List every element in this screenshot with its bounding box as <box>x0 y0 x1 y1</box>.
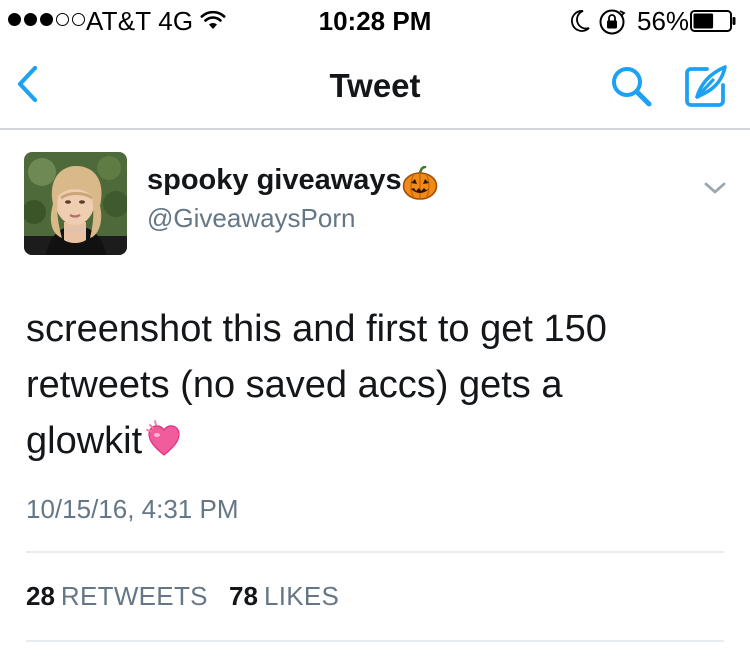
chevron-down-icon[interactable] <box>703 180 727 196</box>
avatar[interactable] <box>24 152 127 255</box>
tweet-text-line-with-emoji: glowkit <box>26 413 716 469</box>
divider <box>26 640 724 642</box>
status-bar: AT&T 4G 10:28 PM 56% <box>0 0 750 40</box>
display-name[interactable]: spooky giveaways <box>147 164 402 197</box>
nav-divider <box>0 128 750 130</box>
avatar-photo <box>24 152 127 255</box>
tweet-text-word: glowkit <box>26 420 143 462</box>
orientation-lock-icon <box>599 9 626 35</box>
sparkling-heart-icon <box>146 420 180 456</box>
retweets-stat[interactable]: 28 RETWEETS <box>26 581 208 612</box>
moon-icon <box>571 10 590 32</box>
battery-percent: 56% <box>637 6 690 36</box>
retweets-label: RETWEETS <box>60 581 208 611</box>
tweet-timestamp: 10/15/16, 4:31 PM <box>26 494 239 524</box>
likes-stat[interactable]: 78 LIKES <box>229 581 339 612</box>
tweet-text: screenshot this and first to get 150 ret… <box>26 301 716 469</box>
battery-icon <box>690 10 736 32</box>
user-handle[interactable]: @GiveawaysPorn <box>147 203 355 234</box>
search-icon[interactable] <box>609 64 653 108</box>
compose-icon[interactable] <box>683 63 729 109</box>
navigation-bar: Tweet <box>0 40 750 128</box>
retweets-count: 28 <box>26 581 55 611</box>
tweet-stats: 28 RETWEETS 78 LIKES <box>26 581 353 612</box>
divider <box>26 551 724 553</box>
tweet-text-line: retweets (no saved accs) gets a <box>26 364 563 406</box>
likes-count: 78 <box>229 581 258 611</box>
tweet-text-line: screenshot this and first to get 150 <box>26 308 607 350</box>
tweet-detail-screen: AT&T 4G 10:28 PM 56% Tweet spooky giveaw… <box>0 0 750 660</box>
jack-o-lantern-icon <box>402 166 438 200</box>
likes-label: LIKES <box>263 581 340 611</box>
